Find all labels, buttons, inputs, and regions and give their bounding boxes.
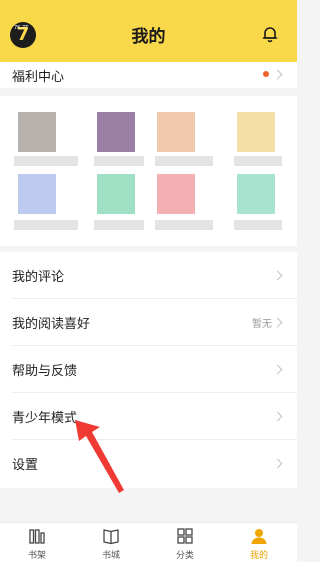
book-title-blur	[155, 220, 213, 230]
book-title-blur	[234, 220, 282, 230]
menu-item-label: 我的阅读喜好	[12, 317, 91, 332]
chevron-right-icon	[272, 411, 283, 422]
menu-item-settings[interactable]: 设置	[0, 440, 297, 487]
menu-item-help-feedback[interactable]: 帮助与反馈	[0, 346, 297, 393]
book-cover[interactable]	[157, 174, 195, 214]
bookshelf-icon	[29, 529, 45, 544]
menu-item-label: 设置	[12, 458, 39, 473]
book-title-blur	[155, 156, 213, 166]
menu-item-label: 我的评论	[12, 270, 65, 285]
tab-label: 书城	[101, 551, 120, 561]
profile-icon	[251, 529, 267, 544]
book-title-blur	[94, 156, 144, 166]
book-title-blur	[14, 156, 78, 166]
book-store-icon	[103, 529, 119, 545]
settings-menu: 我的评论 我的阅读喜好 暂无 帮助与反馈 青少年模式 设置	[0, 252, 297, 488]
top-header: 7K.7T 7 我的	[0, 0, 297, 62]
chevron-right-icon	[272, 270, 283, 281]
tab-profile[interactable]: 我的	[222, 523, 296, 562]
book-cover[interactable]	[157, 112, 195, 152]
tab-label: 分类	[175, 551, 194, 561]
bottom-tab-bar: 书架 书城 分类 我的	[0, 522, 297, 562]
menu-item-label: 帮助与反馈	[12, 364, 78, 379]
tab-label: 书架	[27, 551, 46, 561]
book-cover[interactable]	[237, 112, 275, 152]
chevron-right-icon	[272, 317, 283, 328]
book-cover[interactable]	[18, 174, 56, 214]
bell-icon[interactable]	[260, 24, 280, 44]
book-cover[interactable]	[237, 174, 275, 214]
tab-label: 我的	[249, 551, 268, 561]
book-cover[interactable]	[18, 112, 56, 152]
book-title-blur	[94, 220, 144, 230]
welfare-center-label: 福利中心	[12, 70, 65, 85]
tab-bookshelf[interactable]: 书架	[0, 523, 74, 562]
reading-preference-status: 暂无	[252, 319, 272, 330]
menu-item-my-comments[interactable]: 我的评论	[0, 252, 297, 299]
category-grid-icon	[177, 528, 193, 544]
chevron-right-icon	[272, 69, 283, 80]
tab-category[interactable]: 分类	[148, 523, 222, 562]
tab-bookstore[interactable]: 书城	[74, 523, 148, 562]
book-cover[interactable]	[97, 112, 135, 152]
menu-item-reading-preferences[interactable]: 我的阅读喜好 暂无	[0, 299, 297, 346]
welfare-center-row[interactable]: 福利中心	[0, 62, 297, 88]
recommended-books	[0, 96, 297, 246]
chevron-right-icon	[272, 458, 283, 469]
notification-dot	[263, 71, 269, 77]
page-title: 我的	[131, 27, 166, 47]
book-cover[interactable]	[97, 174, 135, 214]
book-title-blur	[234, 156, 282, 166]
chevron-right-icon	[272, 364, 283, 375]
book-title-blur	[14, 220, 78, 230]
menu-item-label: 青少年模式	[12, 411, 78, 426]
menu-item-teen-mode[interactable]: 青少年模式	[0, 393, 297, 440]
